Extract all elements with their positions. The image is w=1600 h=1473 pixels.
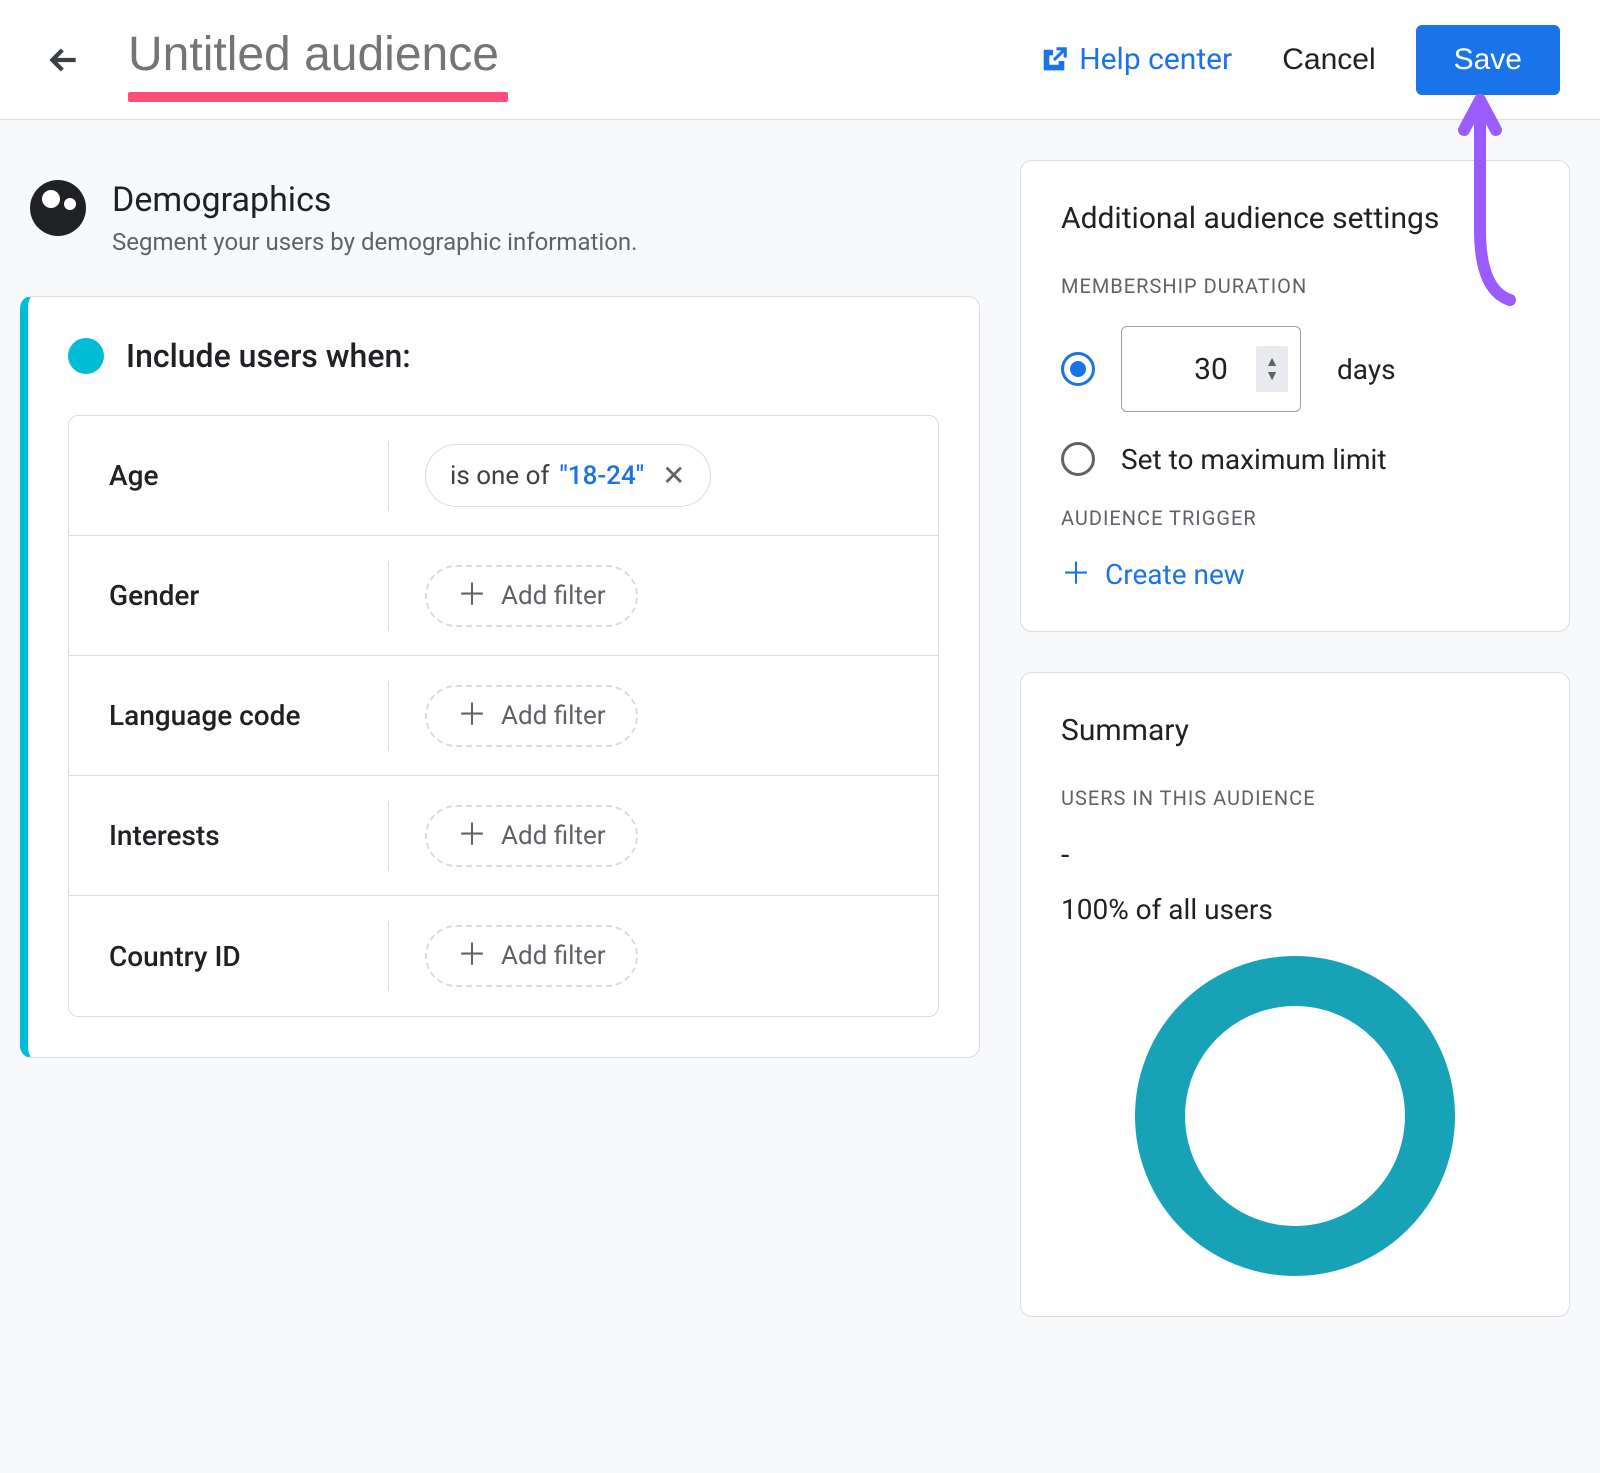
duration-input[interactable]: 30 ▲▼ bbox=[1121, 326, 1301, 412]
summary-card: Summary USERS IN THIS AUDIENCE - 100% of… bbox=[1020, 672, 1570, 1317]
add-filter-language[interactable]: ＋ Add filter bbox=[425, 685, 638, 747]
chip-prefix: is one of bbox=[450, 461, 549, 491]
membership-label: MEMBERSHIP DURATION bbox=[1061, 274, 1529, 298]
add-filter-gender[interactable]: ＋ Add filter bbox=[425, 565, 638, 627]
include-card: Include users when: Age is one of "18-24… bbox=[20, 296, 980, 1058]
filter-row-country: Country ID ＋ Add filter bbox=[69, 896, 938, 1016]
chip-value: "18-24" bbox=[559, 461, 644, 491]
filter-label: Country ID bbox=[109, 921, 389, 991]
header-bar: Help center Cancel Save bbox=[0, 0, 1600, 120]
filter-label: Language code bbox=[109, 681, 389, 751]
plus-icon: ＋ bbox=[1061, 560, 1091, 590]
save-button[interactable]: Save bbox=[1416, 25, 1560, 95]
filter-row-gender: Gender ＋ Add filter bbox=[69, 536, 938, 656]
demographics-title: Demographics bbox=[112, 180, 638, 220]
settings-card: Additional audience settings MEMBERSHIP … bbox=[1020, 160, 1570, 632]
users-label: USERS IN THIS AUDIENCE bbox=[1061, 786, 1529, 810]
add-filter-label: Add filter bbox=[501, 701, 606, 731]
create-new-label: Create new bbox=[1105, 558, 1245, 591]
plus-icon: ＋ bbox=[457, 701, 487, 731]
duration-days-radio[interactable] bbox=[1061, 352, 1095, 386]
filter-label: Age bbox=[109, 441, 389, 511]
add-filter-label: Add filter bbox=[501, 941, 606, 971]
audience-name-input[interactable] bbox=[128, 27, 728, 92]
duration-unit: days bbox=[1337, 353, 1396, 386]
include-heading: Include users when: bbox=[126, 337, 411, 375]
add-filter-label: Add filter bbox=[501, 581, 606, 611]
annotation-underline bbox=[128, 92, 508, 102]
add-filter-label: Add filter bbox=[501, 821, 606, 851]
filter-group: Age is one of "18-24" ✕ Gender ＋ bbox=[68, 415, 939, 1017]
demographics-icon bbox=[30, 180, 86, 236]
cancel-button[interactable]: Cancel bbox=[1282, 43, 1375, 77]
include-indicator-icon bbox=[68, 338, 104, 374]
trigger-label: AUDIENCE TRIGGER bbox=[1061, 506, 1529, 530]
duration-value: 30 bbox=[1194, 352, 1228, 387]
audience-donut-chart bbox=[1135, 956, 1455, 1276]
number-spinner-icon[interactable]: ▲▼ bbox=[1256, 346, 1288, 392]
remove-chip-icon[interactable]: ✕ bbox=[662, 459, 685, 492]
add-filter-country[interactable]: ＋ Add filter bbox=[425, 925, 638, 987]
add-filter-interests[interactable]: ＋ Add filter bbox=[425, 805, 638, 867]
filter-label: Interests bbox=[109, 801, 389, 871]
open-external-icon bbox=[1039, 45, 1069, 75]
filter-row-interests: Interests ＋ Add filter bbox=[69, 776, 938, 896]
help-center-link[interactable]: Help center bbox=[1039, 42, 1232, 77]
users-value: - bbox=[1061, 838, 1529, 873]
plus-icon: ＋ bbox=[457, 821, 487, 851]
duration-max-radio[interactable] bbox=[1061, 442, 1095, 476]
help-center-label: Help center bbox=[1079, 42, 1232, 77]
demographics-header: Demographics Segment your users by demog… bbox=[30, 180, 980, 256]
duration-max-label: Set to maximum limit bbox=[1121, 443, 1387, 476]
demographics-subtitle: Segment your users by demographic inform… bbox=[112, 228, 638, 256]
filter-label: Gender bbox=[109, 561, 389, 631]
summary-title: Summary bbox=[1061, 713, 1529, 748]
filter-row-language: Language code ＋ Add filter bbox=[69, 656, 938, 776]
plus-icon: ＋ bbox=[457, 941, 487, 971]
filter-row-age: Age is one of "18-24" ✕ bbox=[69, 416, 938, 536]
age-filter-chip[interactable]: is one of "18-24" ✕ bbox=[425, 444, 711, 507]
users-percent: 100% of all users bbox=[1061, 893, 1529, 926]
settings-title: Additional audience settings bbox=[1061, 201, 1529, 236]
back-arrow-icon[interactable] bbox=[40, 36, 88, 84]
create-trigger-button[interactable]: ＋ Create new bbox=[1061, 558, 1529, 591]
plus-icon: ＋ bbox=[457, 581, 487, 611]
